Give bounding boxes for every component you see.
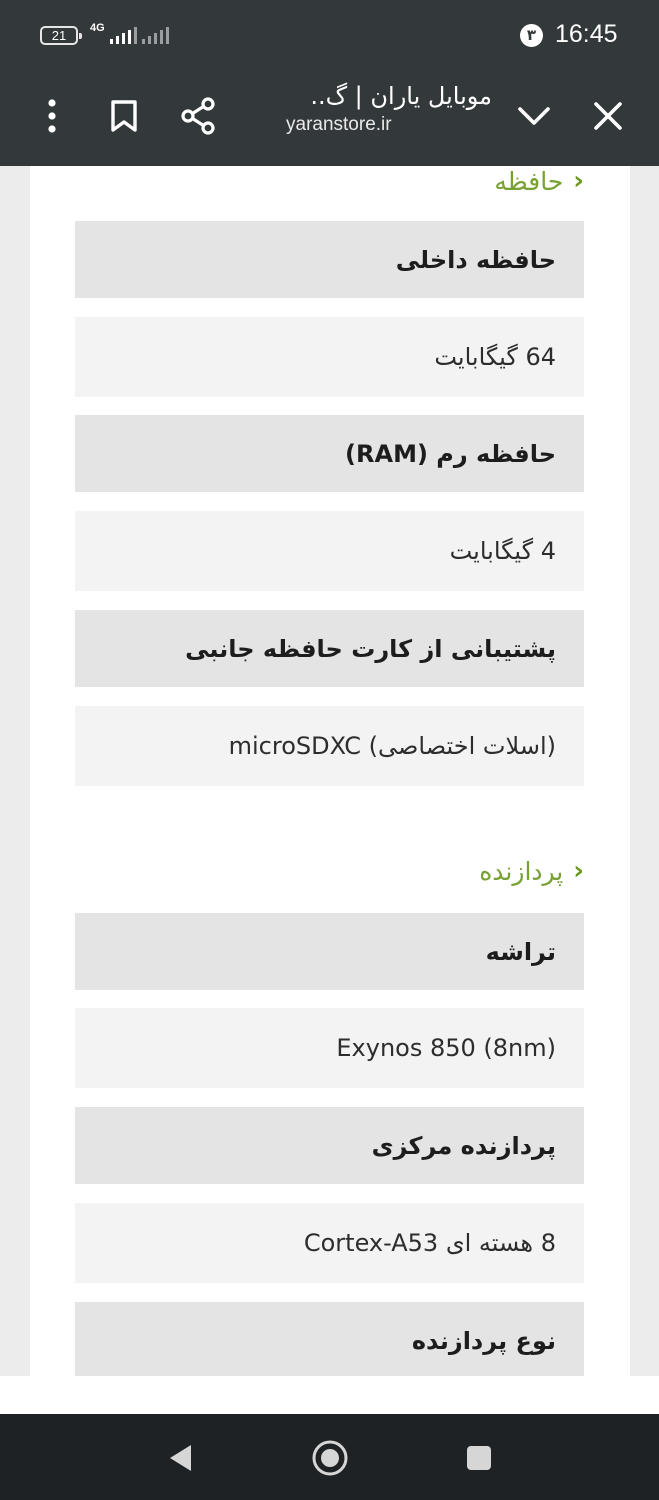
spec-label: پردازنده مرکزی [75,1107,584,1184]
bookmark-icon[interactable] [102,94,146,138]
close-icon[interactable] [586,94,630,138]
battery-icon: 21 [40,26,82,45]
chevron-down-icon[interactable] [512,94,556,138]
spec-label: حافظه داخلی [75,221,584,298]
status-bar: 21 4G ۳ 16:45 [0,0,659,70]
spec-value: 8 هسته ای Cortex-A53 [75,1203,584,1283]
page-url: yaranstore.ir [286,114,392,135]
back-icon[interactable] [158,1436,202,1480]
chevron-left-icon: ‹ [573,166,584,196]
page-title-block: موبایل یاران | گ.. yaranstore.ir [230,82,492,136]
spec-value: Exynos 850 (8nm) [75,1008,584,1088]
battery-level: 21 [51,28,67,43]
spec-value: microSDXC (اسلات اختصاصی) [75,706,584,786]
spec-value: 4 گیگابایت [75,511,584,591]
web-page[interactable]: ‹ حافظه حافظه داخلی 64 گیگابایت حافظه رم… [0,166,659,1376]
page-bottom-gap [0,1376,659,1414]
signal-strength-icon [110,26,137,44]
notification-badge: ۳ [520,24,543,47]
menu-icon[interactable] [30,94,74,138]
custom-tab-toolbar: موبایل یاران | گ.. yaranstore.ir [0,70,659,166]
signal-strength-sim2-icon [142,26,169,44]
recents-icon[interactable] [457,1436,501,1480]
section-title-processor[interactable]: ‹ پردازنده [479,856,584,886]
system-navigation-bar [0,1414,659,1500]
spec-label: نوع پردازنده [75,1302,584,1376]
share-icon[interactable] [176,94,220,138]
section-title-text: پردازنده [479,856,564,886]
network-type: 4G [90,22,105,34]
spec-value: 64 گیگابایت [75,317,584,397]
chevron-left-icon: ‹ [573,856,584,886]
clock: 16:45 [555,20,618,48]
page-title: موبایل یاران | گ.. [310,82,492,110]
spec-label: حافظه رم (RAM) [75,415,584,492]
spec-label: تراشه [75,913,584,990]
spec-label: پشتیبانی از کارت حافظه جانبی [75,610,584,687]
section-title-text: حافظه [494,166,564,196]
home-icon[interactable] [308,1436,352,1480]
section-title-memory[interactable]: ‹ حافظه [494,166,584,196]
